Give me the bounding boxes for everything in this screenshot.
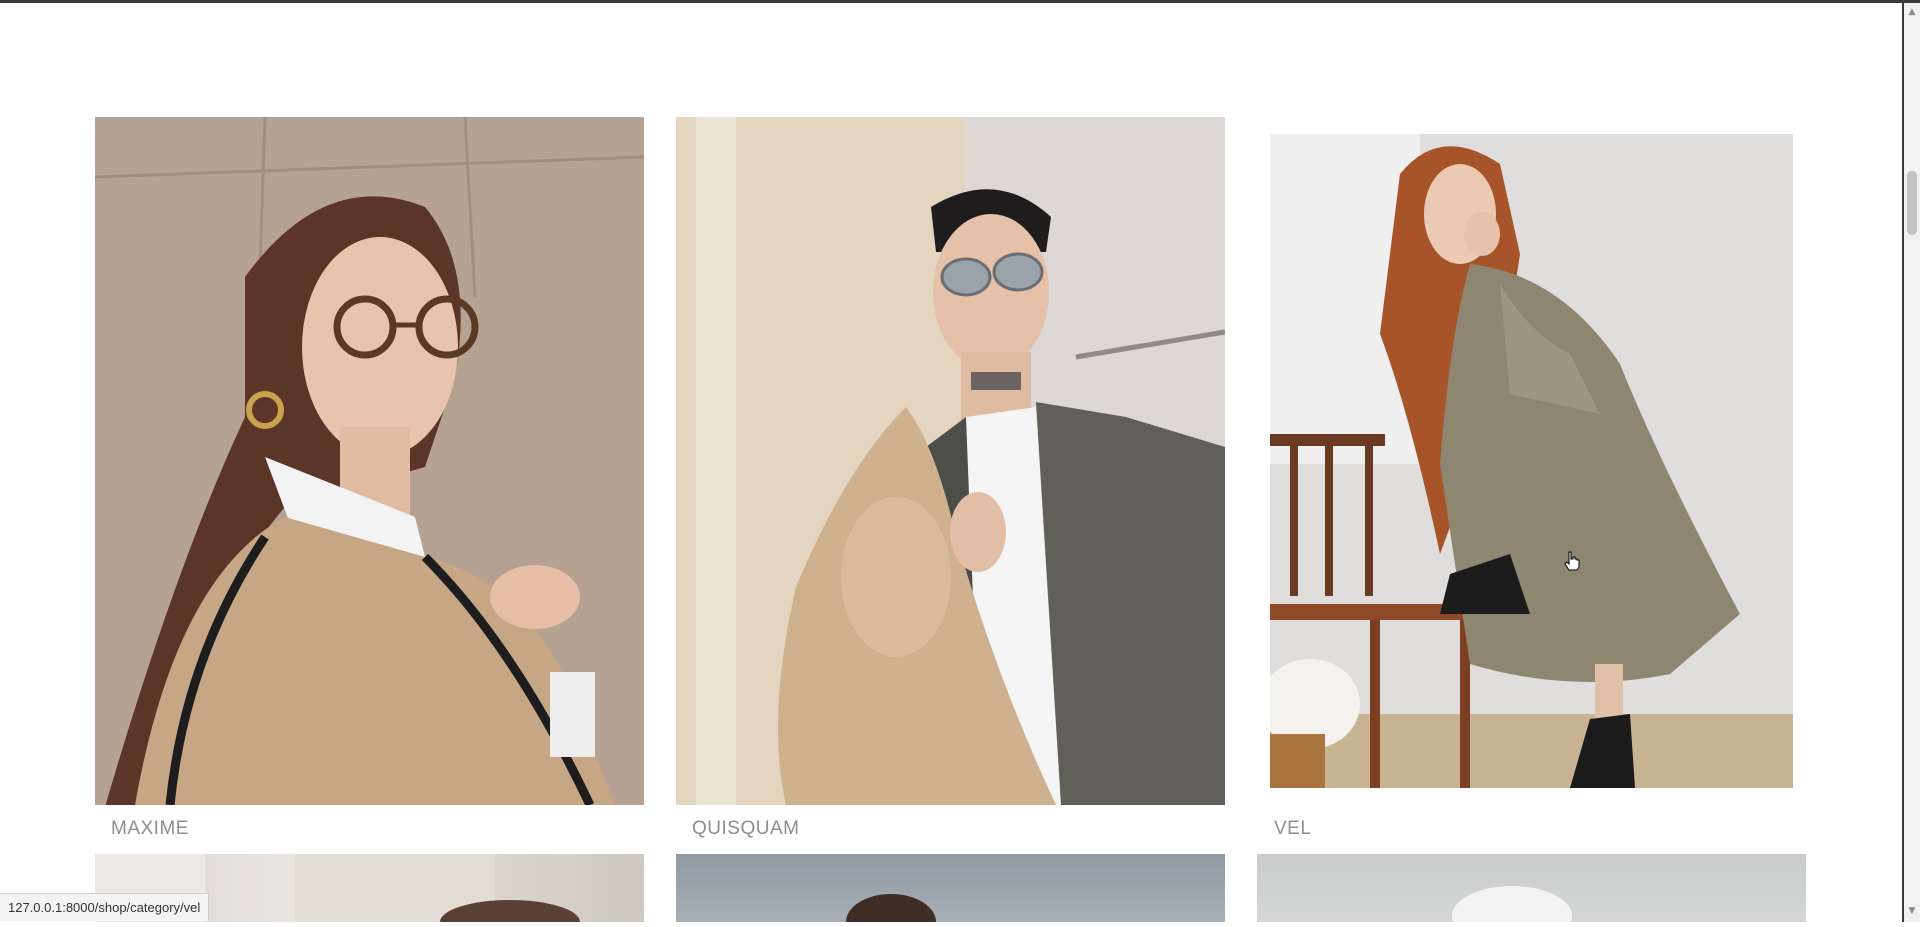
man-sunglasses-illustration [676, 117, 1225, 805]
scroll-up-icon[interactable]: ▲ [1904, 5, 1920, 19]
scroll-down-icon[interactable]: ▼ [1904, 904, 1920, 918]
status-bar-url: 127.0.0.1:8000/shop/category/vel [0, 893, 210, 921]
product-name-vel[interactable]: VEL [1274, 818, 1311, 840]
product-image-row2-2[interactable] [676, 854, 1225, 927]
scrollbar-thumb[interactable] [1907, 171, 1917, 235]
vertical-scrollbar[interactable]: ▲ ▼ [1904, 3, 1920, 922]
window-top-border [0, 0, 1920, 3]
woman-glasses-illustration [95, 117, 644, 805]
product-name-quisquam[interactable]: QUISQUAM [692, 818, 799, 840]
product-image-maxime[interactable] [95, 117, 644, 805]
hand-pointer-icon [1564, 551, 1580, 571]
product-image-row2-3[interactable] [1257, 854, 1806, 927]
partial-photo [1452, 886, 1572, 927]
product-name-maxime[interactable]: MAXIME [111, 818, 189, 840]
product-image-quisquam[interactable] [676, 117, 1225, 805]
woman-dress-illustration [1270, 134, 1793, 788]
partial-photo [846, 894, 936, 927]
product-image-vel[interactable] [1270, 134, 1793, 788]
